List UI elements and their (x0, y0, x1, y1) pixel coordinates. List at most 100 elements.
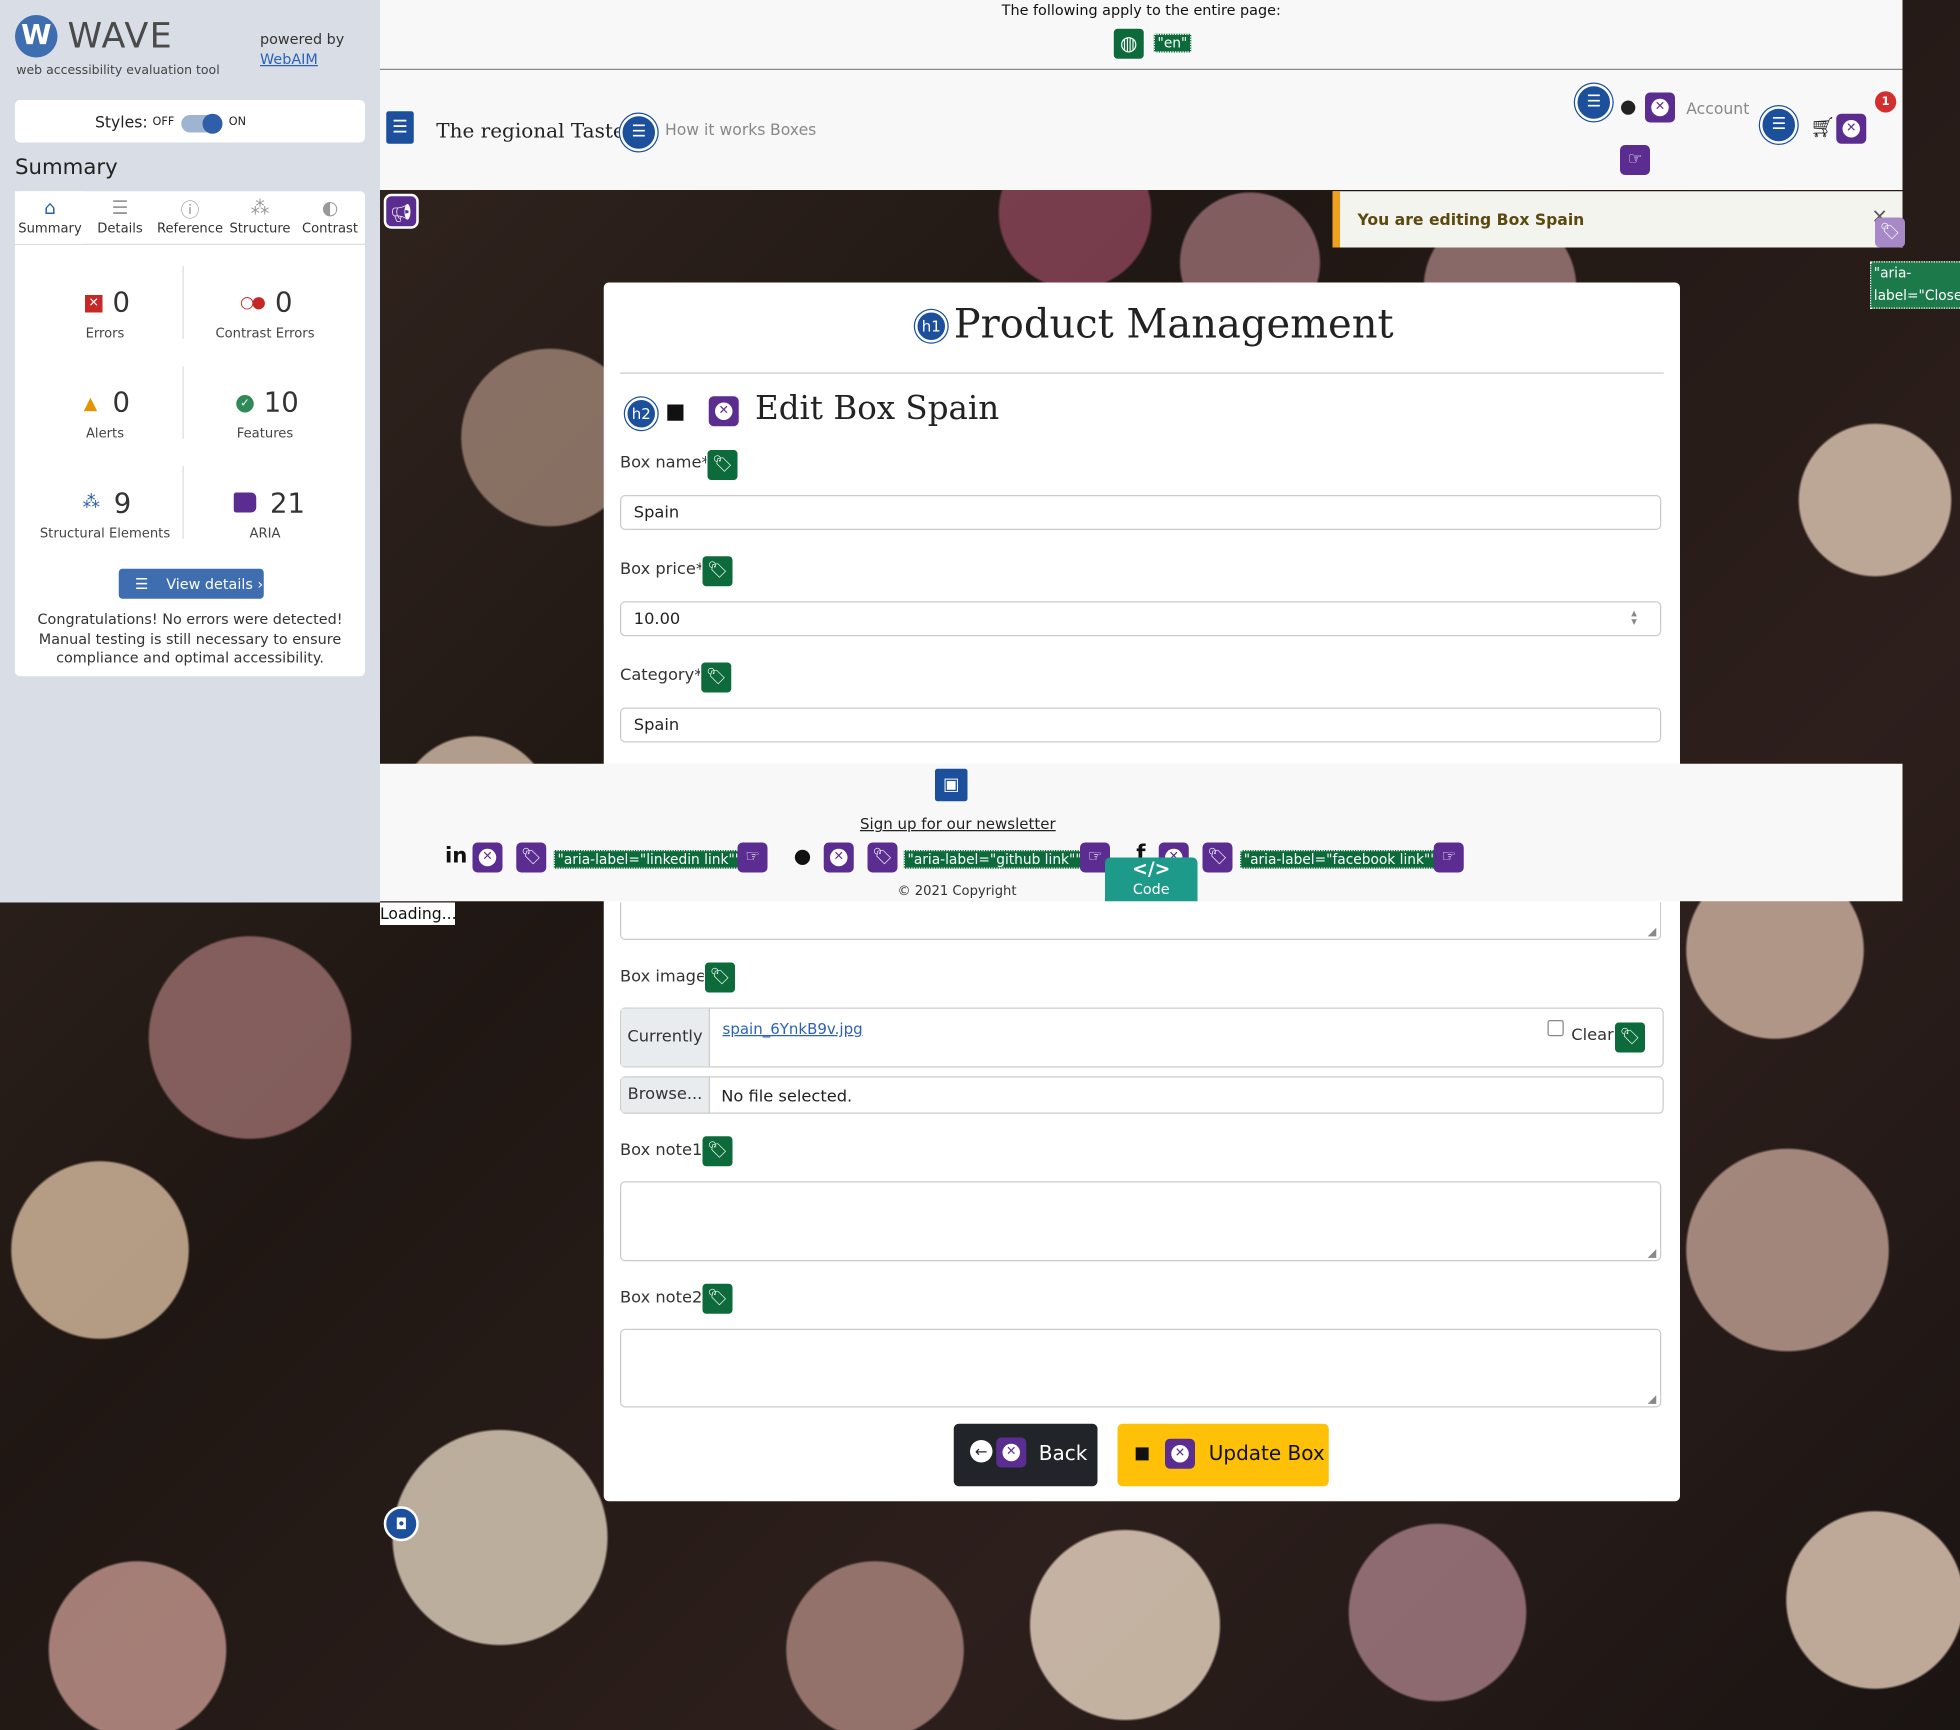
box-note2-textarea[interactable]: ◢ (620, 1328, 1662, 1408)
aria-hidden-icon: ✕ (823, 842, 854, 873)
user-icon[interactable]: ● (1620, 95, 1636, 118)
label-feature-icon: 🏷︎ (701, 1135, 734, 1168)
resize-handle-icon: ◢ (1647, 1247, 1657, 1261)
file-input[interactable]: Browse... No file selected. (620, 1076, 1664, 1114)
category-input[interactable]: Spain (620, 707, 1662, 743)
box-name-input[interactable]: Spain (620, 495, 1662, 530)
tab-label: Structure (229, 221, 291, 237)
styles-toggle[interactable] (181, 113, 223, 134)
cart-icon[interactable]: 🛒︎ (1810, 115, 1835, 139)
resize-handle-icon: ◢ (1647, 926, 1657, 939)
tab-summary[interactable]: ⌂ Summary (15, 191, 85, 244)
back-button[interactable]: ← ✕ Back (953, 1423, 1098, 1487)
contrast-count: 0 (275, 287, 293, 319)
styles-label: Styles: (95, 112, 148, 132)
summary-panel: ⌂ Summary ☰ Details ⓘ Reference ⁂ Struct… (15, 191, 365, 677)
clear-checkbox[interactable] (1547, 1020, 1564, 1037)
currently-label: Currently (621, 1008, 710, 1067)
current-image-group: Currently spain_6YnkB9v.jpg Clear 🏷︎ (620, 1007, 1664, 1068)
box-icon: ◼︎ (1133, 1440, 1151, 1464)
toast-text: You are editing Box Spain (1357, 210, 1585, 229)
aria-label: ARIA (249, 526, 281, 542)
view-details-label: View details › (166, 575, 264, 593)
aria-hidden-icon: ✕ (1165, 1438, 1195, 1469)
aria-hidden-icon: ✕ (1836, 113, 1867, 144)
current-file-link[interactable]: spain_6YnkB9v.jpg (723, 1020, 863, 1038)
alert-icon: ▲ (83, 393, 98, 414)
box-price-label: Box price* (620, 560, 704, 579)
alerts-label: Alerts (85, 426, 125, 442)
nav-how-it-works[interactable]: How it works (665, 120, 765, 139)
wave-sidebar: W WAVE web accessibility evaluation tool… (0, 0, 380, 903)
back-label: Back (1038, 1441, 1088, 1465)
box-name-label: Box name* (620, 453, 710, 473)
styles-off-label: OFF (152, 116, 175, 129)
wave-logo-icon: W (15, 15, 58, 58)
globe-icon: ◍ (1112, 27, 1145, 60)
box-price-value: 10.00 (633, 610, 681, 629)
tab-details[interactable]: ☰ Details (85, 191, 155, 244)
code-tab-button[interactable]: </> Code (1105, 857, 1198, 902)
github-icon[interactable]: ● (794, 844, 811, 868)
home-icon: ⌂ (44, 196, 56, 219)
features-count: 10 (263, 387, 299, 419)
nav-boxes[interactable]: Boxes (770, 120, 816, 139)
linkedin-aria-label: "aria-label="linkedin link"" (553, 850, 745, 869)
brand-link[interactable]: The regional Taste (436, 119, 624, 143)
wave-subtitle: web accessibility evaluation tool (16, 63, 220, 78)
tab-label: Contrast (301, 221, 359, 237)
aria-icon (233, 492, 257, 513)
powered-by: powered by WebAIM (260, 29, 344, 69)
number-spinner[interactable]: ▴ ▾ (1631, 608, 1637, 628)
contrast-error-icon: ○● (240, 293, 266, 313)
update-box-button[interactable]: ◼︎ ✕ Update Box (1117, 1423, 1329, 1487)
account-link[interactable]: Account (1686, 99, 1749, 118)
structural-label: Structural Elements (39, 526, 171, 542)
aria-tabindex-icon: ☞ (737, 842, 768, 873)
tab-structure[interactable]: ⁂ Structure (225, 191, 295, 244)
aria-hidden-icon: ✕ (996, 1437, 1027, 1468)
divider (620, 372, 1664, 374)
page-note-text: The following apply to the entire page: (1001, 1, 1281, 19)
tab-label: Summary (18, 221, 82, 237)
errors-label: Errors (85, 326, 125, 342)
structure-icon: ⁂ (82, 492, 101, 513)
feature-icon: ✓ (236, 395, 254, 413)
tab-contrast[interactable]: ◐ Contrast (295, 191, 365, 244)
box-note1-textarea[interactable]: ◢ (620, 1181, 1662, 1262)
webaim-link[interactable]: WebAIM (260, 50, 318, 68)
styles-on-label: ON (228, 116, 247, 129)
update-label: Update Box (1208, 1441, 1325, 1465)
list-icon: ☰ (1575, 83, 1613, 122)
list-icon: ☰ (111, 196, 129, 219)
h1-badge: h1 (915, 310, 948, 343)
site-footer: ▣ Sign up for our newsletter in ✕ 🏷︎ "ar… (380, 763, 1903, 902)
aria-count: 21 (270, 488, 305, 520)
tab-reference[interactable]: ⓘ Reference (155, 191, 225, 244)
alerts-count: 0 (112, 387, 131, 419)
box-price-input[interactable]: 10.00 ▴ ▾ (620, 601, 1662, 637)
summary-heading: Summary (15, 155, 118, 180)
powered-by-text: powered by (260, 30, 345, 48)
wave-tabs: ⌂ Summary ☰ Details ⓘ Reference ⁂ Struct… (15, 191, 365, 245)
code-tab-label: Code (1132, 880, 1170, 898)
congrats-message: Congratulations! No errors were detected… (37, 610, 343, 667)
aria-label-icon: 🏷︎ (516, 842, 547, 873)
browse-button[interactable]: Browse... (621, 1077, 710, 1113)
editing-toast: You are editing Box Spain × (1332, 191, 1903, 248)
box-description-textarea[interactable]: ◢ (620, 902, 1662, 940)
arrow-left-icon: ← (970, 1440, 993, 1463)
aria-hidden-icon: ✕ (708, 396, 739, 427)
view-details-button[interactable]: ☰ View details › (118, 568, 264, 599)
aria-alert-icon: 📢︎ (383, 193, 419, 229)
newsletter-link[interactable]: Sign up for our newsletter (860, 815, 1056, 833)
info-icon: ⓘ (180, 198, 200, 222)
box-icon: ◼︎ (665, 395, 686, 425)
code-icon: </> (1132, 857, 1171, 881)
linkedin-icon[interactable]: in (445, 844, 467, 869)
aria-tabindex-icon: ☞ (1620, 145, 1650, 175)
tab-label: Reference (156, 221, 224, 237)
loading-text: Loading... (380, 902, 457, 925)
site-navbar: ☰ The regional Taste ☰ How it works Boxe… (380, 70, 1903, 190)
structural-count: 9 (113, 488, 132, 520)
